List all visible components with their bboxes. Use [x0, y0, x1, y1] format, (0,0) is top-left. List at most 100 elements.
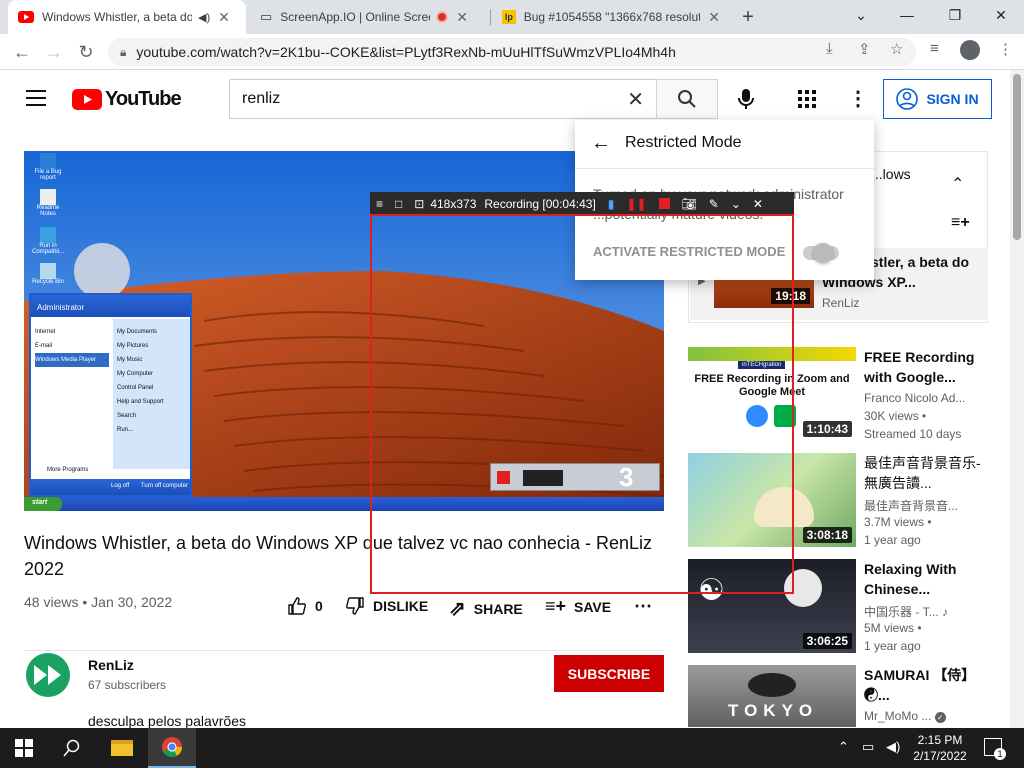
new-tab-button[interactable]: + [736, 5, 760, 29]
video-description: desculpa pelos palavrões [88, 713, 246, 729]
hamburger-menu-icon[interactable] [26, 90, 46, 106]
playlist-add-icon[interactable]: ≡+ [951, 214, 970, 232]
share-arrow-icon: ⇗ [449, 598, 466, 620]
toggle-knob [813, 243, 833, 263]
close-tab-icon[interactable]: ✕ [708, 9, 720, 26]
subscribe-button[interactable]: SUBSCRIBE [554, 655, 664, 692]
start-item: Run... [117, 427, 134, 433]
duration-badge: 1:10:43 [802, 421, 852, 437]
clear-search-icon[interactable]: ✕ [627, 87, 644, 112]
tab-screenapp[interactable]: ▭ ScreenApp.IO | Online Screen Recorder … [250, 0, 488, 34]
restricted-toggle[interactable] [803, 243, 839, 263]
profile-avatar-icon[interactable] [960, 40, 980, 60]
back-arrow-icon[interactable]: ← [8, 38, 36, 66]
network-icon[interactable]: ▭ [862, 739, 874, 755]
tray-chevron-icon[interactable]: ⌃ [838, 739, 849, 755]
recorder-crop-icon[interactable]: ⊡ [414, 197, 424, 211]
desktop-icon-label: File a Bug report [34, 169, 62, 181]
save-label: SAVE [574, 598, 612, 615]
tab-separator [490, 9, 491, 25]
tab-search-icon[interactable]: ⌄ [838, 0, 884, 30]
start-item: Windows Media Player [35, 353, 109, 367]
apps-grid-icon[interactable] [798, 90, 816, 113]
recorder-region-icon[interactable]: □ [395, 197, 402, 211]
taskbar-search-icon[interactable] [48, 728, 96, 768]
start-menu-right: My Documents My Pictures My Music My Com… [113, 319, 190, 469]
close-window-icon[interactable]: ✕ [978, 0, 1024, 30]
readme-icon [40, 189, 56, 205]
recorder-pen-icon[interactable]: ✎ [709, 197, 719, 211]
recorder-status: Recording [00:04:43] [484, 196, 596, 211]
playlist-title: ...lows [871, 166, 911, 182]
rec-date: 1 year ago [864, 533, 921, 547]
tab-youtube[interactable]: Windows Whistler, a beta do Windows XP q… [8, 0, 246, 34]
install-icon[interactable]: ⤓ [826, 40, 833, 57]
close-tab-icon[interactable]: ✕ [456, 9, 468, 26]
address-bar[interactable]: 🔒︎ youtube.com/watch?v=2K1bu--COKE&list=… [108, 38, 916, 66]
close-tab-icon[interactable]: ✕ [218, 9, 230, 26]
dislike-button[interactable]: DISLIKE [345, 596, 428, 616]
recorder-size: 418x373 [430, 196, 477, 211]
tab-strip: Windows Whistler, a beta do Windows XP q… [0, 0, 1024, 34]
youtube-favicon-icon [18, 11, 34, 23]
recorder-stop-icon[interactable] [658, 198, 670, 209]
speaker-icon[interactable]: ◀) [198, 11, 210, 24]
taskbar-clock[interactable]: 2:15 PM 2/17/2022 [908, 732, 972, 764]
desktop-icon-label: Recycle Bin [32, 279, 64, 285]
save-button[interactable]: ≡+ SAVE [545, 596, 611, 617]
desktop-icon-label: Readme Notes [36, 205, 60, 217]
rec-channel: Mr_MoMo ... ✓ [864, 709, 988, 723]
start-item: E-mail [35, 343, 53, 349]
collapse-chevron-icon[interactable]: ⌃ [951, 174, 964, 194]
thumb-straw-hat [748, 673, 796, 697]
like-button[interactable]: 0 [287, 596, 323, 616]
search-input[interactable]: renliz ✕ [229, 79, 657, 119]
back-arrow-icon[interactable]: ← [591, 132, 611, 155]
recorder-menu-icon[interactable]: ≡ [376, 197, 383, 211]
tab-title: Windows Whistler, a beta do Windows XP q… [42, 10, 192, 24]
rec-date: Streamed 10 days [864, 427, 962, 441]
bug-report-icon [40, 153, 56, 169]
recorder-collapse-icon[interactable]: ⌄ [731, 197, 741, 211]
recommendation-card[interactable]: TOKYO SAMURAI 【侍】☯... Mr_MoMo ... ✓ [688, 665, 988, 727]
forward-arrow-icon[interactable]: → [40, 38, 68, 66]
verified-check-icon: ✓ [934, 712, 946, 723]
file-explorer-icon[interactable] [98, 728, 146, 768]
recorder-close-icon[interactable]: ✕ [753, 197, 763, 211]
chrome-taskbar-icon[interactable] [148, 728, 196, 768]
windows-taskbar: ⌃ ▭ ◀) 2:15 PM 2/17/2022 1 [0, 728, 1024, 768]
more-actions-icon[interactable]: ⋯ [634, 596, 652, 617]
sign-in-button[interactable]: SIGN IN [883, 79, 992, 119]
monitor-icon: ▭ [260, 9, 273, 24]
media-queue-icon[interactable]: ≡ [930, 40, 939, 57]
channel-name[interactable]: RenLiz [88, 657, 134, 673]
account-circle-icon [896, 88, 919, 110]
rec-channel: 最佳声音背景音... [864, 499, 959, 513]
view-count: 48 views [24, 594, 79, 610]
recorder-camera-icon[interactable]: 📷︎ [682, 197, 697, 211]
rec-views: 30K views • [864, 409, 927, 423]
microphone-icon[interactable] [736, 88, 756, 115]
reload-icon[interactable]: ↻ [72, 38, 100, 66]
channel-avatar[interactable] [26, 653, 70, 697]
restore-icon[interactable]: ❐ [932, 0, 978, 30]
notification-center-icon[interactable]: 1 [984, 738, 1006, 760]
volume-icon[interactable]: ◀) [886, 739, 900, 755]
windows-start-icon[interactable] [0, 728, 48, 768]
recorder-pause-icon[interactable]: ❚❚ [626, 197, 646, 211]
more-programs: More Programs [47, 467, 89, 473]
settings-dots-icon[interactable]: ⋮ [848, 86, 868, 111]
rec-title: Relaxing With Chinese... [864, 561, 957, 597]
url-text: youtube.com/watch?v=2K1bu--COKE&list=PLy… [136, 44, 676, 60]
search-button[interactable] [656, 79, 718, 119]
page-scrollbar[interactable] [1010, 70, 1024, 728]
xp-start-menu: Administrator Internet E-mail Windows Me… [29, 293, 192, 497]
tab-bug[interactable]: lp Bug #1054558 "1366x768 resolution" ✕ [492, 0, 730, 34]
youtube-logo[interactable]: YouTube [72, 88, 182, 111]
share-icon[interactable]: ⇪ [858, 40, 871, 58]
menu-dots-icon[interactable]: ⋮ [998, 40, 1013, 58]
share-button[interactable]: ⇗ SHARE [449, 596, 523, 621]
bookmark-star-icon[interactable]: ☆ [890, 40, 903, 58]
scrollbar-thumb[interactable] [1013, 74, 1021, 240]
minimize-icon[interactable]: — [884, 0, 930, 30]
